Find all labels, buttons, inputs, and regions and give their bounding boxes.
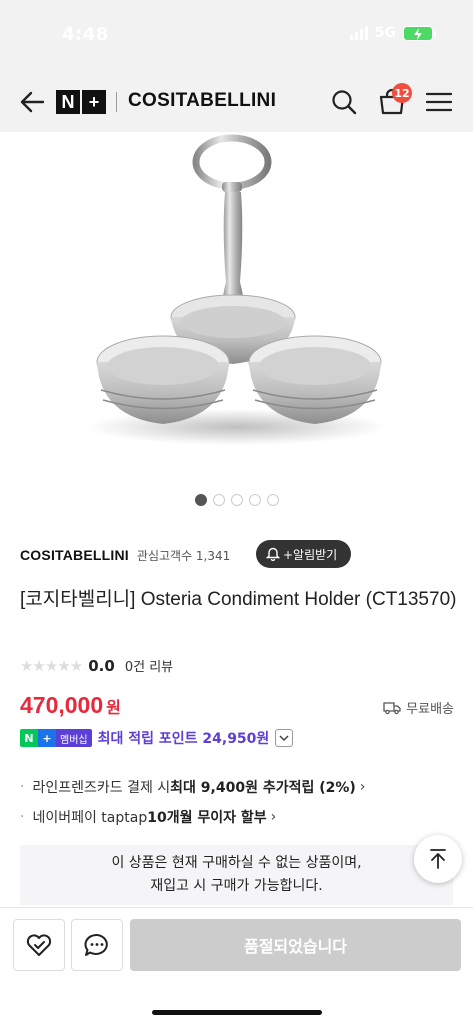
chevron-right-icon: › xyxy=(270,809,277,825)
benefit-highlight: 10개월 무이자 할부 xyxy=(147,810,267,826)
bottom-action-bar: 품절되었습니다 xyxy=(0,907,473,1024)
max-points-text: 최대 적립 포인트 24,950원 xyxy=(97,731,270,747)
search-icon xyxy=(332,90,357,115)
menu-button[interactable] xyxy=(425,91,453,113)
store-row: COSITABELLINI 관심고객수 1,341 +알림받기 xyxy=(20,540,460,570)
gallery-dot[interactable] xyxy=(230,494,243,506)
soldout-button[interactable]: 품절되었습니다 xyxy=(130,919,461,971)
home-indicator xyxy=(152,1010,322,1015)
product-image[interactable] xyxy=(0,132,473,482)
status-indicators: 5G xyxy=(349,25,436,41)
product-title: [코지타벨리니] Osteria Condiment Holder (CT135… xyxy=(20,589,457,610)
points-expand-button[interactable] xyxy=(275,729,294,747)
battery-icon xyxy=(403,25,436,41)
badge-n: N xyxy=(20,729,38,747)
signal-icon xyxy=(349,26,368,40)
back-button[interactable] xyxy=(17,88,47,116)
header: N + COSITABELLINI 12 xyxy=(0,70,473,132)
interest-count: 관심고객수 1,341 xyxy=(136,548,231,563)
gallery-dot[interactable] xyxy=(266,494,279,506)
benefit-installment[interactable]: · 네이버페이 taptap 10개월 무이자 할부 › xyxy=(20,802,460,832)
wishlist-button[interactable] xyxy=(13,919,65,971)
badge-plus: + xyxy=(38,729,56,747)
arrow-up-icon xyxy=(430,849,446,869)
network-label: 5G xyxy=(374,25,396,41)
notify-label: +알림받기 xyxy=(283,547,338,562)
chevron-right-icon: › xyxy=(359,779,366,795)
notify-button[interactable]: +알림받기 xyxy=(256,540,352,568)
store-title[interactable]: COSITABELLINI xyxy=(128,90,276,112)
chat-bubble-icon xyxy=(84,933,108,956)
gallery-dot-active[interactable] xyxy=(194,494,207,506)
shipping-label: 무료배송 xyxy=(406,702,454,717)
gallery-pagination[interactable] xyxy=(0,494,473,506)
heart-check-icon xyxy=(26,934,52,956)
cart-count-badge: 12 xyxy=(392,83,412,103)
truck-icon xyxy=(383,701,401,714)
status-time: 4:48 xyxy=(62,24,109,45)
benefit-prefix: 네이버페이 taptap xyxy=(32,810,148,826)
back-arrow-icon xyxy=(20,91,45,113)
bell-icon xyxy=(266,547,280,561)
membership-points-row[interactable]: N + 멤버십 최대 적립 포인트 24,950원 xyxy=(20,728,294,748)
status-bar: 4:48 5G xyxy=(0,0,473,70)
benefit-highlight: 최대 9,400원 추가적립 (2%) xyxy=(170,780,356,796)
search-button[interactable] xyxy=(330,88,358,116)
badge-membership: 멤버십 xyxy=(56,729,92,747)
gallery-dot[interactable] xyxy=(248,494,261,506)
scroll-top-button[interactable] xyxy=(414,835,462,883)
rating-row[interactable]: ★★★★★ 0.0 0건 리뷰 xyxy=(20,656,173,676)
store-name-link[interactable]: COSITABELLINI xyxy=(20,547,129,563)
hamburger-menu-icon xyxy=(425,92,453,112)
gallery-dot[interactable] xyxy=(212,494,225,506)
benefit-prefix: 라인프렌즈카드 결제 시 xyxy=(32,780,171,796)
benefit-card-points[interactable]: · 라인프렌즈카드 결제 시 최대 9,400원 추가적립 (2%) › xyxy=(20,772,460,802)
logo-n: N xyxy=(56,90,80,114)
rating-value: 0.0 xyxy=(88,656,115,675)
logo-plus: + xyxy=(82,90,106,114)
talktalk-button[interactable] xyxy=(71,919,123,971)
naver-plus-logo[interactable]: N + xyxy=(56,90,106,114)
soldout-notice-line2: 재입고 시 구매가 가능합니다. xyxy=(150,878,323,894)
benefits-list: · 라인프렌즈카드 결제 시 최대 9,400원 추가적립 (2%) › · 네… xyxy=(20,772,460,832)
price-row: 470,000 원 무료배송 xyxy=(20,692,460,722)
price-unit: 원 xyxy=(106,698,121,717)
price-value: 470,000 xyxy=(20,692,104,718)
condiment-holder-image xyxy=(87,134,387,445)
naver-plus-membership-badge: N + 멤버십 xyxy=(20,729,92,747)
soldout-notice: 이 상품은 현재 구매하실 수 없는 상품이며, 재입고 시 구매가 가능합니다… xyxy=(20,845,453,905)
header-divider xyxy=(116,92,117,112)
shipping-info: 무료배송 xyxy=(383,698,454,717)
chevron-down-icon xyxy=(279,734,289,741)
soldout-notice-line1: 이 상품은 현재 구매하실 수 없는 상품이며, xyxy=(111,855,362,871)
star-rating-icon: ★★★★★ xyxy=(20,656,83,675)
review-count[interactable]: 0건 리뷰 xyxy=(125,656,173,675)
